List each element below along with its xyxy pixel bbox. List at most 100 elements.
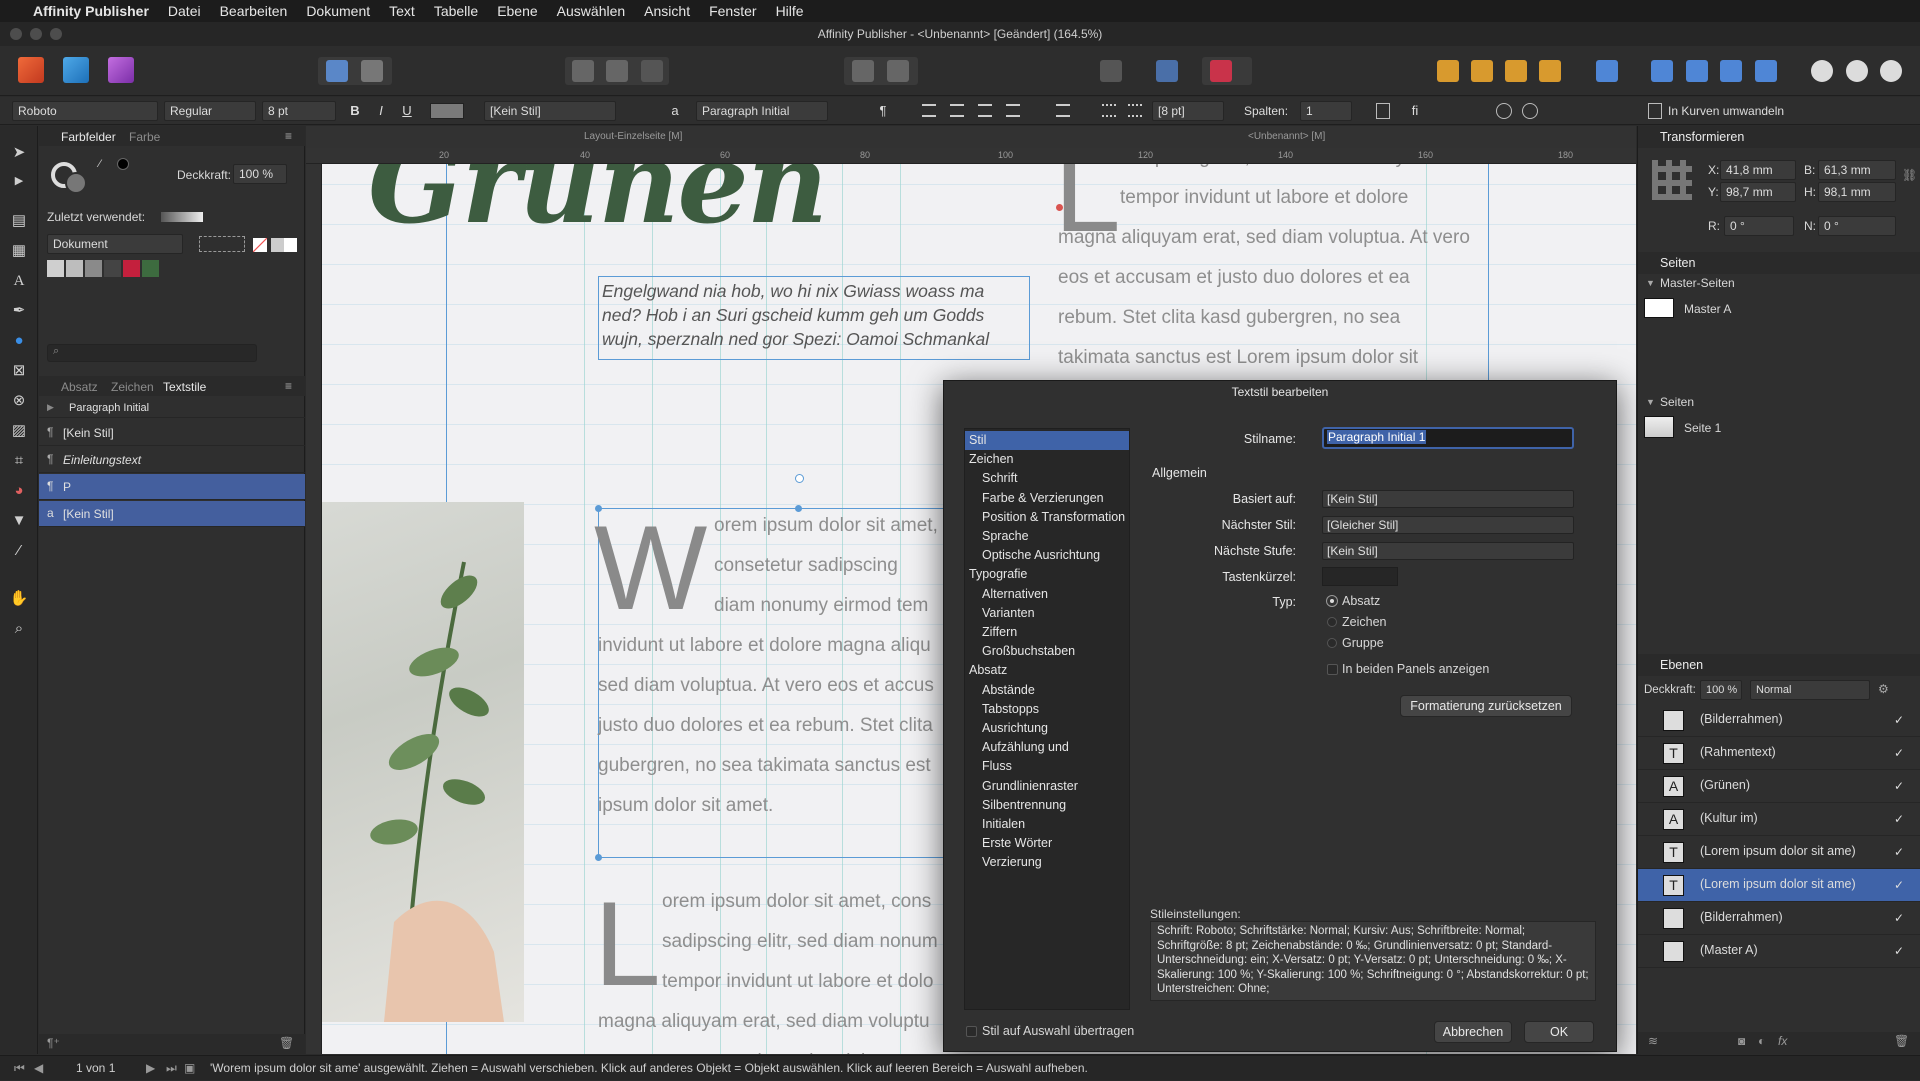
boolean-intersect-icon[interactable] bbox=[1880, 60, 1902, 82]
delete-layer-icon[interactable]: 🗑 bbox=[1894, 1034, 1909, 1048]
text-color-swatch[interactable] bbox=[430, 103, 464, 119]
menu-hilfe[interactable]: Hilfe bbox=[776, 3, 804, 19]
layer-settings-icon[interactable]: ⚙ bbox=[1878, 682, 1889, 696]
bw-swatch[interactable] bbox=[271, 238, 297, 252]
node-tool-icon[interactable]: ▶ bbox=[8, 170, 30, 192]
menu-fenster[interactable]: Fenster bbox=[709, 3, 756, 19]
styles-menu-icon[interactable]: ≡ bbox=[285, 379, 292, 393]
style-category-item[interactable]: Alternativen bbox=[965, 585, 1129, 604]
style-category-item[interactable]: Ziffern bbox=[965, 623, 1129, 642]
next-style-select[interactable]: [Gleicher Stil] bbox=[1322, 516, 1574, 534]
style-category-item[interactable]: Position & Transformation bbox=[965, 508, 1129, 527]
anchor-point-grid[interactable] bbox=[1652, 160, 1692, 200]
menu-text[interactable]: Text bbox=[389, 3, 415, 19]
hand-tool-icon[interactable]: ✋ bbox=[8, 588, 30, 610]
black-swatch[interactable] bbox=[117, 158, 129, 170]
rotate-handle[interactable] bbox=[795, 474, 804, 483]
vertical-ruler[interactable] bbox=[306, 164, 322, 1054]
move-tool-icon[interactable]: ➤ bbox=[8, 142, 30, 164]
style-category-item[interactable]: Zeichen bbox=[965, 450, 1129, 469]
font-weight-select[interactable]: Regular bbox=[164, 101, 256, 121]
baseline-grid-select[interactable]: [8 pt] bbox=[1152, 101, 1224, 121]
bullets-icon[interactable] bbox=[1102, 104, 1116, 117]
tab-textstile[interactable]: Textstile bbox=[163, 380, 206, 394]
swatch-5[interactable] bbox=[123, 260, 140, 277]
rotation-field[interactable]: 0 ° bbox=[1724, 216, 1794, 236]
arrange-back-icon[interactable] bbox=[1539, 60, 1561, 82]
layer-row[interactable]: T (Lorem ipsum dolor sit ame) ✓ bbox=[1638, 836, 1920, 869]
prev-page-icon[interactable]: ◀ bbox=[34, 1056, 43, 1081]
next-page-icon[interactable]: ▶ bbox=[146, 1056, 155, 1081]
convert-curves-icon[interactable] bbox=[1648, 103, 1662, 119]
publisher-persona-icon[interactable] bbox=[18, 57, 44, 83]
artistic-text-tool-icon[interactable]: A bbox=[8, 270, 30, 292]
zoom-tool-icon[interactable]: ⌕ bbox=[8, 618, 30, 640]
mask-icon[interactable]: ◙ bbox=[1738, 1034, 1745, 1048]
style-category-item[interactable]: Farbe & Verzierungen bbox=[965, 489, 1129, 508]
swatch-6[interactable] bbox=[142, 260, 159, 277]
character-style-select[interactable]: [Kein Stil] bbox=[484, 101, 616, 121]
pages-header[interactable]: Seiten bbox=[1638, 252, 1920, 274]
delete-style-icon[interactable]: 🗑 bbox=[279, 1036, 294, 1050]
boolean-add-icon[interactable] bbox=[1811, 60, 1833, 82]
fill-tool-icon[interactable]: ◕ bbox=[8, 480, 30, 502]
style-category-item[interactable]: Großbuchstaben bbox=[965, 642, 1129, 661]
style-category-item[interactable]: Fluss bbox=[965, 757, 1129, 776]
style-category-item[interactable]: Varianten bbox=[965, 604, 1129, 623]
swatch-1[interactable] bbox=[47, 260, 64, 277]
master-name[interactable]: Master A bbox=[1684, 302, 1731, 316]
font-size-select[interactable]: 8 pt bbox=[262, 101, 336, 121]
horizontal-ruler[interactable]: 20 40 60 80 100 120 140 160 180 bbox=[306, 148, 1636, 164]
h-field[interactable]: 98,1 mm bbox=[1818, 182, 1896, 202]
crop-tool-icon[interactable]: ⌗ bbox=[8, 450, 30, 472]
table-tool-icon[interactable]: ▦ bbox=[8, 240, 30, 262]
apply-to-selection-checkbox[interactable] bbox=[966, 1026, 977, 1037]
pilcrow-icon[interactable]: ¶ bbox=[876, 101, 890, 121]
text-flow-marker[interactable] bbox=[1056, 204, 1063, 211]
expand-icon[interactable]: ▶ bbox=[47, 402, 54, 413]
numbering-icon[interactable] bbox=[1128, 104, 1142, 117]
tab-farbe[interactable]: Farbe bbox=[129, 130, 160, 144]
picker-icon[interactable]: ⁄ bbox=[99, 158, 111, 170]
blend-mode-select[interactable]: Normal bbox=[1750, 680, 1870, 700]
rotate-left-icon[interactable] bbox=[1720, 60, 1742, 82]
layers-header[interactable]: Ebenen bbox=[1638, 654, 1920, 676]
adjustment-icon[interactable]: ◐ bbox=[1758, 1034, 1765, 1048]
layer-visibility-checkbox[interactable]: ✓ bbox=[1894, 944, 1904, 958]
link-icon[interactable]: ⛓ bbox=[1902, 168, 1917, 182]
paragraph-style-select[interactable]: Paragraph Initial bbox=[696, 101, 828, 121]
layer-row[interactable]: T (Lorem ipsum dolor sit ame) ✓ bbox=[1638, 869, 1920, 902]
layer-visibility-checkbox[interactable]: ✓ bbox=[1894, 878, 1904, 892]
layer-visibility-checkbox[interactable]: ✓ bbox=[1894, 779, 1904, 793]
page-indicator[interactable]: 1 von 1 bbox=[76, 1056, 115, 1081]
page-box-icon[interactable]: ▣ bbox=[184, 1056, 195, 1081]
layer-row[interactable]: A (Grünen) ✓ bbox=[1638, 770, 1920, 803]
style-p-selected[interactable]: P bbox=[39, 474, 305, 500]
color-picker-tool-icon[interactable]: ⁄ bbox=[8, 540, 30, 562]
style-name-input[interactable]: Paragraph Initial 1 bbox=[1322, 427, 1574, 449]
rotate-right-icon[interactable] bbox=[1755, 60, 1777, 82]
tab-zeichen[interactable]: Zeichen bbox=[111, 380, 154, 394]
style-group-paragraph-initial[interactable]: Paragraph Initial bbox=[39, 398, 305, 418]
align-icon[interactable] bbox=[1596, 60, 1618, 82]
convert-to-curves-button[interactable]: In Kurven umwandeln bbox=[1668, 101, 1808, 121]
menu-ebene[interactable]: Ebene bbox=[497, 3, 537, 19]
collapse-icon[interactable]: ▼ bbox=[1646, 397, 1655, 407]
view-options-icon[interactable] bbox=[1522, 103, 1538, 119]
style-einleitungstext[interactable]: Einleitungstext bbox=[39, 447, 305, 473]
recent-swatches[interactable] bbox=[161, 212, 203, 222]
reset-formatting-button[interactable]: Formatierung zurücksetzen bbox=[1400, 695, 1572, 717]
add-paragraph-style-icon[interactable]: ¶⁺ bbox=[47, 1036, 60, 1050]
style-category-item[interactable]: Stil bbox=[965, 431, 1129, 450]
swatch-4[interactable] bbox=[104, 260, 121, 277]
layer-visibility-checkbox[interactable]: ✓ bbox=[1894, 911, 1904, 925]
layer-visibility-checkbox[interactable]: ✓ bbox=[1894, 746, 1904, 760]
vertical-align-icon[interactable] bbox=[1056, 104, 1070, 117]
layers-stack-icon[interactable]: ≋ bbox=[1648, 1034, 1658, 1048]
page-name[interactable]: Seite 1 bbox=[1684, 421, 1721, 435]
picture-frame-tool-icon[interactable]: ⊠ bbox=[8, 360, 30, 382]
doc-tab-unbenannt[interactable]: <Unbenannt> [M] bbox=[1248, 131, 1325, 142]
y-field[interactable]: 98,7 mm bbox=[1720, 182, 1796, 202]
stroke-color-well[interactable] bbox=[65, 172, 87, 194]
app-menu[interactable]: Affinity Publisher bbox=[33, 3, 149, 19]
